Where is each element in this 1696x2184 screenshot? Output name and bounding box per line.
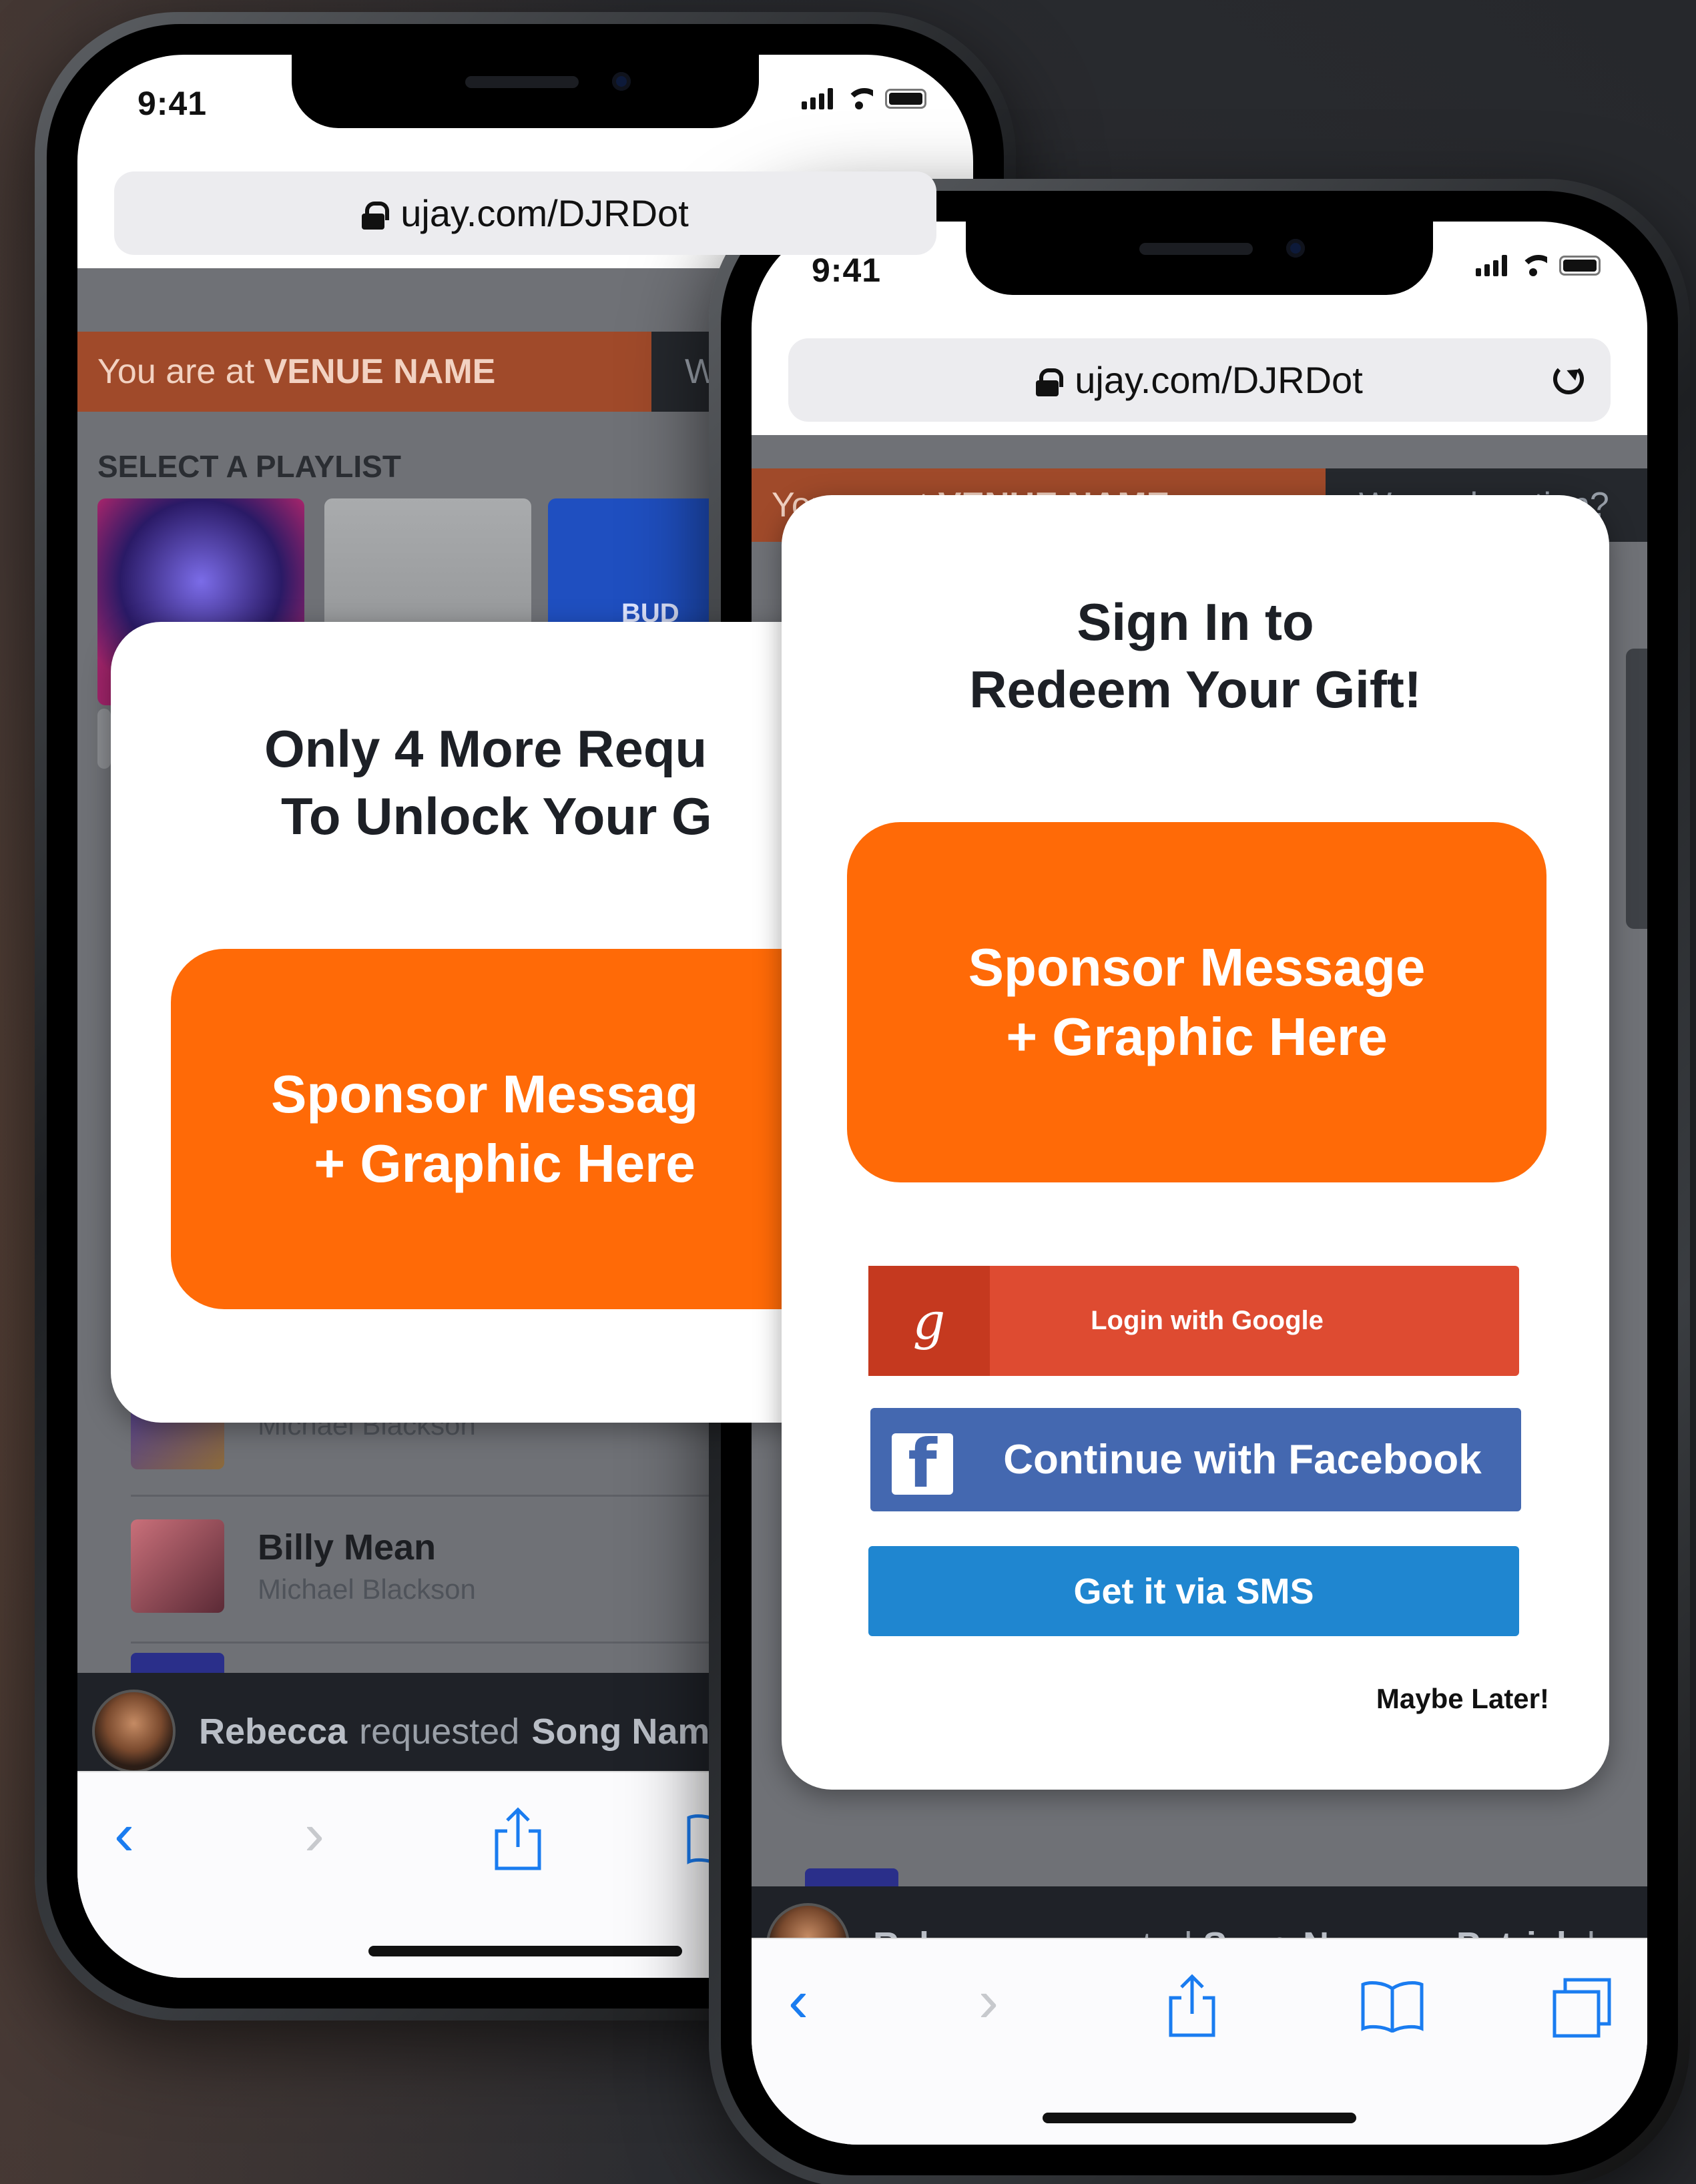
- browser-toolbar: ‹ ›: [752, 1938, 1647, 2145]
- share-icon[interactable]: [491, 1806, 545, 1872]
- sponsor-line1: Sponsor Messag: [271, 1064, 699, 1124]
- song-art-next: [131, 1653, 224, 1673]
- lock-icon: [1036, 368, 1064, 396]
- facebook-login-label: Continue with Facebook: [1003, 1437, 1482, 1483]
- status-icons: [1476, 255, 1601, 276]
- status-time: 9:41: [137, 85, 208, 122]
- venue-bar: You are at VENUE NAME: [77, 332, 651, 412]
- bookmarks-icon[interactable]: [1359, 1979, 1426, 2033]
- song-art-next: [805, 1868, 898, 1888]
- select-playlist-label: SELECT A PLAYLIST: [97, 449, 401, 484]
- song-artist: Michael Blackson: [258, 1573, 476, 1605]
- venue-prefix: You are at: [97, 352, 255, 391]
- status-time: 9:41: [812, 252, 882, 289]
- back-icon[interactable]: ‹: [788, 1971, 808, 2031]
- battery-icon: [1559, 256, 1601, 276]
- google-icon: g: [868, 1266, 990, 1376]
- home-indicator: [368, 1946, 682, 1956]
- sms-label: Get it via SMS: [1073, 1571, 1314, 1611]
- sponsor-line2: + Graphic Here: [1006, 1007, 1388, 1066]
- share-icon[interactable]: [1165, 1972, 1219, 2039]
- ticker-verb: requested: [359, 1711, 520, 1752]
- battery-icon: [885, 89, 926, 109]
- modal-heading: Sign In to Redeem Your Gift!: [782, 589, 1609, 724]
- status-bar: 9:41: [77, 55, 973, 135]
- url-text: ujay.com/DJRDot: [400, 192, 689, 234]
- venue-name: VENUE NAME: [264, 352, 496, 391]
- phone-right: 9:41 ujay.com/DJRDot You are at VENUE NA…: [709, 179, 1690, 2184]
- home-indicator: [1043, 2113, 1356, 2123]
- lock-icon: [362, 201, 390, 230]
- modal-heading-line1: Sign In to: [1077, 593, 1314, 651]
- signal-icon: [802, 88, 833, 109]
- back-icon[interactable]: ‹: [114, 1804, 134, 1864]
- song-row[interactable]: Billy Mean Michael Blackson: [131, 1506, 476, 1626]
- tabs-icon[interactable]: [1549, 1976, 1616, 2043]
- modal-heading-line2: Redeem Your Gift!: [969, 660, 1422, 719]
- ticker-song: Song Name: [531, 1711, 730, 1752]
- ticker-user: Rebecca: [199, 1711, 348, 1752]
- sponsor-line1: Sponsor Message: [968, 938, 1426, 997]
- phone-right-screen: 9:41 ujay.com/DJRDot You are at VENUE NA…: [752, 222, 1647, 2145]
- forward-icon[interactable]: ›: [304, 1804, 324, 1864]
- status-icons: [802, 88, 926, 109]
- url-bar[interactable]: ujay.com/DJRDot: [788, 338, 1611, 422]
- sponsor-line2: + Graphic Here: [314, 1134, 695, 1193]
- playlist-thumb-right: [1626, 649, 1647, 929]
- maybe-later-link[interactable]: Maybe Later!: [1376, 1683, 1549, 1715]
- playlist-thumb-side: [97, 709, 111, 769]
- signal-icon: [1476, 255, 1507, 276]
- forward-icon[interactable]: ›: [978, 1971, 999, 2031]
- song-title: Billy Mean: [258, 1527, 437, 1567]
- wifi-icon: [1519, 255, 1547, 276]
- song-art: [131, 1519, 224, 1613]
- facebook-icon: f: [892, 1433, 953, 1495]
- url-text: ujay.com/DJRDot: [1075, 359, 1363, 401]
- wifi-icon: [845, 88, 873, 109]
- reload-icon[interactable]: [1553, 364, 1584, 394]
- google-login-label: Login with Google: [1091, 1306, 1324, 1335]
- avatar: [92, 1690, 176, 1773]
- facebook-login-button[interactable]: f Continue with Facebook: [870, 1408, 1521, 1511]
- phone-right-bezel: 9:41 ujay.com/DJRDot You are at VENUE NA…: [721, 191, 1678, 2175]
- google-login-button[interactable]: g Login with Google: [868, 1266, 1519, 1376]
- status-bar: 9:41: [752, 222, 1647, 302]
- sponsor-banner[interactable]: Sponsor Message + Graphic Here: [847, 822, 1546, 1182]
- sms-button[interactable]: Get it via SMS: [868, 1546, 1519, 1636]
- sign-in-modal: Sign In to Redeem Your Gift! Sponsor Mes…: [782, 495, 1609, 1790]
